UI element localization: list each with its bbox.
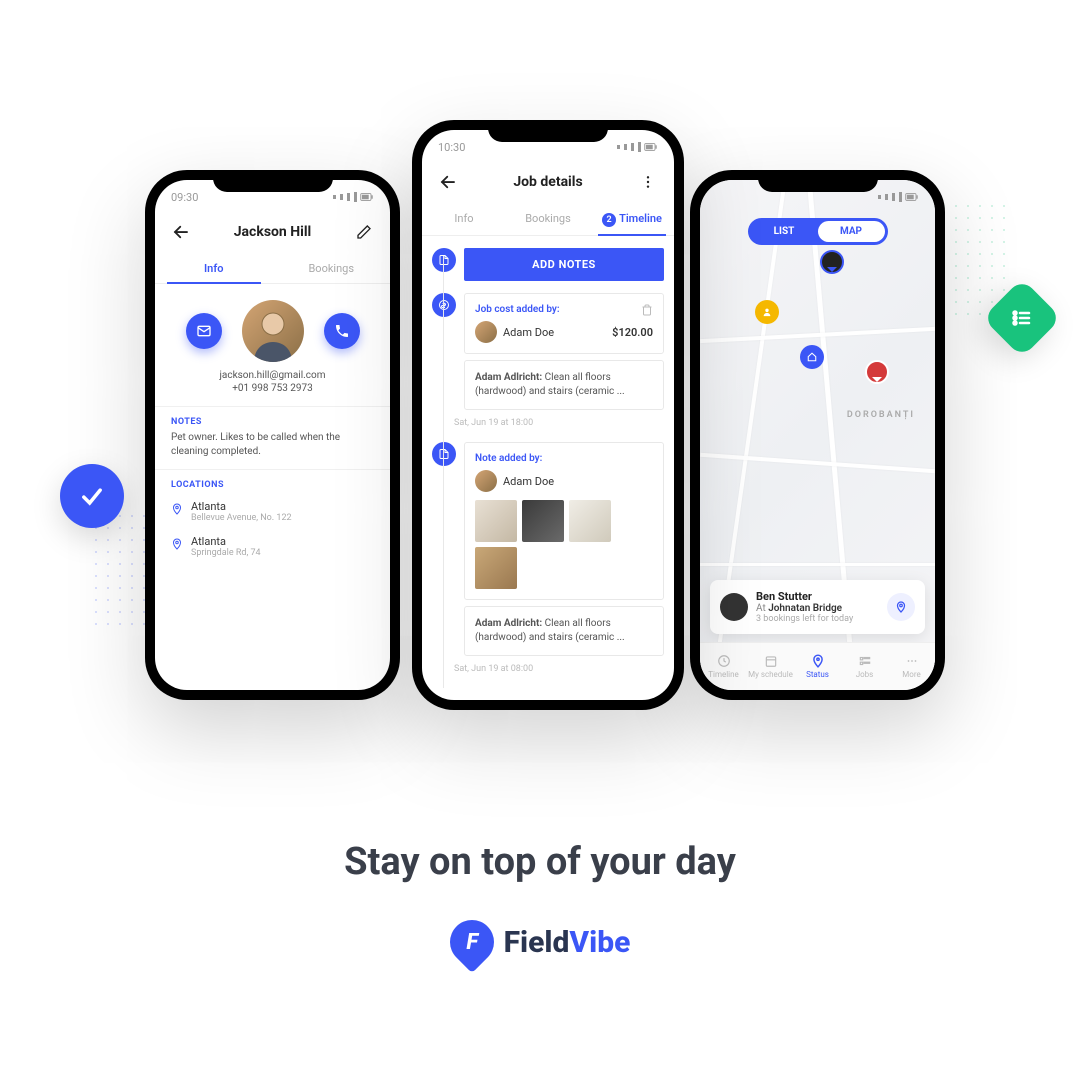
status-icons [877,192,919,202]
map-pin[interactable] [800,345,824,369]
cost-amount: $120.00 [612,326,653,339]
card-location: Johnatan Bridge [768,603,842,614]
back-button[interactable] [436,170,460,194]
view-toggle: LIST MAP [748,218,888,245]
toggle-list[interactable]: LIST [751,221,818,242]
photo-thumb[interactable] [569,500,611,542]
nav-schedule[interactable]: My schedule [747,643,794,690]
back-button[interactable] [169,220,193,244]
status-time: 09:30 [171,191,198,204]
phone-right: DOROBANȚI LIST MAP Ben Stutter At Johnat… [690,170,945,700]
notes-label: NOTES [171,417,374,427]
locate-button[interactable] [887,593,915,621]
tab-bookings[interactable]: Bookings [273,254,391,283]
location-line: Springdale Rd, 74 [191,548,261,558]
tab-info[interactable]: Info [155,254,273,283]
note-user: Adam Doe [503,475,554,488]
notes-section: NOTES Pet owner. Likes to be called when… [155,407,390,470]
area-label: DOROBANȚI [847,410,915,420]
check-badge [60,464,124,528]
phone-center: 10:30 Job details Info Bookings 2Timelin… [412,120,684,710]
avatar [242,300,304,362]
timestamp: Sat, Jun 19 at 18:00 [454,418,674,428]
map-pin-user[interactable] [820,250,844,274]
more-button[interactable] [636,170,660,194]
notch [758,170,878,192]
contact-email: jackson.hill@gmail.com [155,370,390,381]
avatar-icon [475,470,497,492]
task-prefix: Adam Adlricht: [475,372,542,383]
delete-icon[interactable] [641,304,653,316]
note-title: Note added by: [475,453,653,464]
status-icons [332,192,374,202]
brand-name-2: Vibe [569,925,630,960]
phone-stage: 09:30 Jackson Hill Info Bookings jackson… [0,0,1080,780]
notch [213,170,333,192]
note-icon [432,442,456,466]
map-pin[interactable] [755,300,779,324]
note-card[interactable]: Note added by: Adam Doe [464,442,664,600]
status-time: 10:30 [438,141,465,154]
pin-icon [171,502,183,516]
bottom-nav: Timeline My schedule Status Jobs More [700,642,935,690]
pin-icon [171,537,183,551]
card-name: Ben Stutter [756,590,879,603]
nav-timeline[interactable]: Timeline [700,643,747,690]
toggle-map[interactable]: MAP [818,221,885,242]
brand-logo: F FieldVibe [0,920,1080,964]
timeline-count: 2 [602,213,616,227]
cost-icon [432,293,456,317]
location-city: Atlanta [191,500,292,513]
timestamp: Sat, Jun 19 at 08:00 [454,664,674,674]
note-icon [432,248,456,272]
photo-thumb[interactable] [475,500,517,542]
header: Job details [422,164,674,204]
edit-button[interactable] [352,220,376,244]
contact-phone: +01 998 753 2973 [155,383,390,394]
locations-section: LOCATIONS AtlantaBellevue Avenue, No. 12… [155,470,390,574]
email-button[interactable] [186,313,222,349]
cost-title: Job cost added by: [475,304,560,315]
cost-card[interactable]: Job cost added by: Adam Doe $120.00 [464,293,664,354]
call-button[interactable] [324,313,360,349]
card-sub: 3 bookings left for today [756,614,879,624]
avatar-icon [475,321,497,343]
notes-text: Pet owner. Likes to be called when the c… [171,431,374,459]
header-title: Job details [513,174,582,190]
phone-left: 09:30 Jackson Hill Info Bookings jackson… [145,170,400,700]
avatar-icon [720,593,748,621]
tab-info[interactable]: Info [422,204,506,235]
photo-thumb[interactable] [475,547,517,589]
header-title: Jackson Hill [234,224,312,240]
cost-user: Adam Doe [503,326,554,339]
photo-thumb[interactable] [522,500,564,542]
tabs: Info Bookings 2Timeline [422,204,674,236]
nav-more[interactable]: More [888,643,935,690]
notch [488,120,608,142]
headline: Stay on top of your day [0,840,1080,884]
location-city: Atlanta [191,535,261,548]
photo-grid [475,500,653,589]
nav-status[interactable]: Status [794,643,841,690]
status-icons [616,142,658,152]
location-line: Bellevue Avenue, No. 122 [191,513,292,523]
brand-name-1: Field [504,925,570,960]
logo-mark: F [440,911,502,973]
add-notes-button[interactable]: ADD NOTES [464,248,664,281]
location-item[interactable]: AtlantaBellevue Avenue, No. 122 [171,494,374,529]
status-card[interactable]: Ben Stutter At Johnatan Bridge 3 booking… [710,580,925,634]
task-card[interactable]: Adam Adlricht: Clean all floors (hardwoo… [464,360,664,410]
locations-label: LOCATIONS [171,480,374,490]
tab-timeline[interactable]: 2Timeline [590,204,674,235]
header: Jackson Hill [155,214,390,254]
map-pin[interactable] [865,360,889,384]
tabs: Info Bookings [155,254,390,284]
task-card[interactable]: Adam Adlricht: Clean all floors (hardwoo… [464,606,664,656]
tab-bookings[interactable]: Bookings [506,204,590,235]
task-prefix: Adam Adlricht: [475,618,542,629]
nav-jobs[interactable]: Jobs [841,643,888,690]
location-item[interactable]: AtlantaSpringdale Rd, 74 [171,529,374,564]
